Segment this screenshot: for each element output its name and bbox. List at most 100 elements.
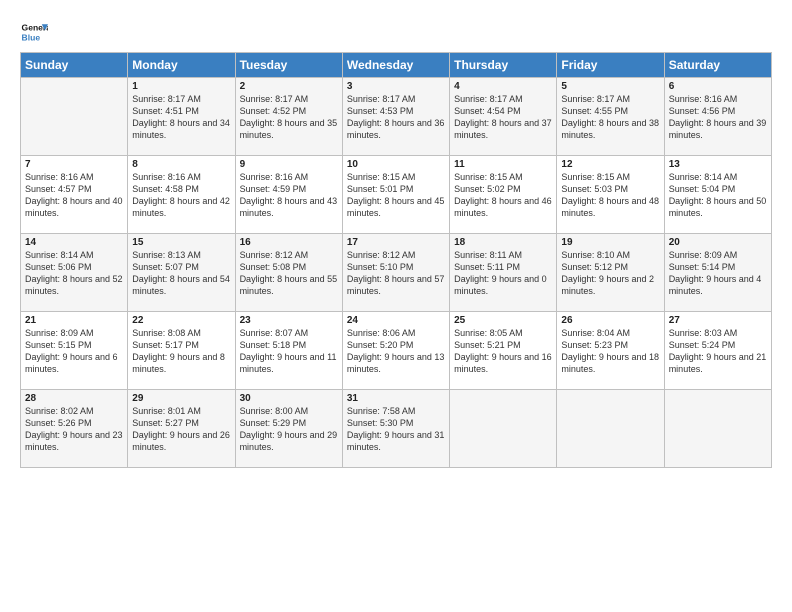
day-info: Sunrise: 8:03 AMSunset: 5:24 PMDaylight:…: [669, 327, 767, 376]
day-info: Sunrise: 8:05 AMSunset: 5:21 PMDaylight:…: [454, 327, 552, 376]
day-info: Sunrise: 8:04 AMSunset: 5:23 PMDaylight:…: [561, 327, 659, 376]
day-cell: 4Sunrise: 8:17 AMSunset: 4:54 PMDaylight…: [450, 78, 557, 156]
day-cell: 23Sunrise: 8:07 AMSunset: 5:18 PMDayligh…: [235, 312, 342, 390]
day-number: 9: [240, 159, 338, 170]
day-info: Sunrise: 8:17 AMSunset: 4:51 PMDaylight:…: [132, 93, 230, 142]
day-info: Sunrise: 8:14 AMSunset: 5:06 PMDaylight:…: [25, 249, 123, 298]
column-header-sunday: Sunday: [21, 53, 128, 78]
week-row-4: 21Sunrise: 8:09 AMSunset: 5:15 PMDayligh…: [21, 312, 772, 390]
day-info: Sunrise: 8:17 AMSunset: 4:55 PMDaylight:…: [561, 93, 659, 142]
day-number: 18: [454, 237, 552, 248]
day-cell: 1Sunrise: 8:17 AMSunset: 4:51 PMDaylight…: [128, 78, 235, 156]
day-info: Sunrise: 8:15 AMSunset: 5:02 PMDaylight:…: [454, 171, 552, 220]
day-info: Sunrise: 8:17 AMSunset: 4:52 PMDaylight:…: [240, 93, 338, 142]
day-cell: 11Sunrise: 8:15 AMSunset: 5:02 PMDayligh…: [450, 156, 557, 234]
day-cell: 5Sunrise: 8:17 AMSunset: 4:55 PMDaylight…: [557, 78, 664, 156]
day-info: Sunrise: 8:06 AMSunset: 5:20 PMDaylight:…: [347, 327, 445, 376]
day-cell: 28Sunrise: 8:02 AMSunset: 5:26 PMDayligh…: [21, 390, 128, 468]
day-number: 1: [132, 81, 230, 92]
calendar-table: SundayMondayTuesdayWednesdayThursdayFrid…: [20, 52, 772, 468]
day-cell: 13Sunrise: 8:14 AMSunset: 5:04 PMDayligh…: [664, 156, 771, 234]
day-number: 13: [669, 159, 767, 170]
day-cell: 27Sunrise: 8:03 AMSunset: 5:24 PMDayligh…: [664, 312, 771, 390]
day-info: Sunrise: 8:14 AMSunset: 5:04 PMDaylight:…: [669, 171, 767, 220]
day-cell: 2Sunrise: 8:17 AMSunset: 4:52 PMDaylight…: [235, 78, 342, 156]
day-cell: 6Sunrise: 8:16 AMSunset: 4:56 PMDaylight…: [664, 78, 771, 156]
day-cell: [664, 390, 771, 468]
column-header-friday: Friday: [557, 53, 664, 78]
day-number: 23: [240, 315, 338, 326]
day-number: 22: [132, 315, 230, 326]
day-number: 21: [25, 315, 123, 326]
header: General Blue: [20, 18, 772, 46]
day-cell: 16Sunrise: 8:12 AMSunset: 5:08 PMDayligh…: [235, 234, 342, 312]
day-cell: 22Sunrise: 8:08 AMSunset: 5:17 PMDayligh…: [128, 312, 235, 390]
day-info: Sunrise: 8:13 AMSunset: 5:07 PMDaylight:…: [132, 249, 230, 298]
day-cell: 29Sunrise: 8:01 AMSunset: 5:27 PMDayligh…: [128, 390, 235, 468]
day-info: Sunrise: 8:01 AMSunset: 5:27 PMDaylight:…: [132, 405, 230, 454]
day-info: Sunrise: 8:16 AMSunset: 4:56 PMDaylight:…: [669, 93, 767, 142]
week-row-2: 7Sunrise: 8:16 AMSunset: 4:57 PMDaylight…: [21, 156, 772, 234]
day-info: Sunrise: 8:09 AMSunset: 5:14 PMDaylight:…: [669, 249, 767, 298]
day-number: 28: [25, 393, 123, 404]
day-cell: 14Sunrise: 8:14 AMSunset: 5:06 PMDayligh…: [21, 234, 128, 312]
day-cell: 15Sunrise: 8:13 AMSunset: 5:07 PMDayligh…: [128, 234, 235, 312]
day-cell: 10Sunrise: 8:15 AMSunset: 5:01 PMDayligh…: [342, 156, 449, 234]
svg-text:Blue: Blue: [22, 33, 41, 43]
day-info: Sunrise: 8:09 AMSunset: 5:15 PMDaylight:…: [25, 327, 123, 376]
day-cell: [557, 390, 664, 468]
column-header-thursday: Thursday: [450, 53, 557, 78]
page-container: General Blue SundayMondayTuesdayWednesda…: [0, 0, 792, 478]
day-number: 16: [240, 237, 338, 248]
week-row-1: 1Sunrise: 8:17 AMSunset: 4:51 PMDaylight…: [21, 78, 772, 156]
day-number: 19: [561, 237, 659, 248]
day-number: 8: [132, 159, 230, 170]
day-number: 3: [347, 81, 445, 92]
day-number: 5: [561, 81, 659, 92]
day-number: 20: [669, 237, 767, 248]
day-info: Sunrise: 8:10 AMSunset: 5:12 PMDaylight:…: [561, 249, 659, 298]
day-cell: 31Sunrise: 7:58 AMSunset: 5:30 PMDayligh…: [342, 390, 449, 468]
day-info: Sunrise: 8:07 AMSunset: 5:18 PMDaylight:…: [240, 327, 338, 376]
day-info: Sunrise: 8:12 AMSunset: 5:08 PMDaylight:…: [240, 249, 338, 298]
day-number: 17: [347, 237, 445, 248]
day-info: Sunrise: 8:15 AMSunset: 5:03 PMDaylight:…: [561, 171, 659, 220]
day-cell: 24Sunrise: 8:06 AMSunset: 5:20 PMDayligh…: [342, 312, 449, 390]
day-cell: [21, 78, 128, 156]
day-info: Sunrise: 8:11 AMSunset: 5:11 PMDaylight:…: [454, 249, 552, 298]
day-info: Sunrise: 8:16 AMSunset: 4:59 PMDaylight:…: [240, 171, 338, 220]
day-number: 14: [25, 237, 123, 248]
column-header-wednesday: Wednesday: [342, 53, 449, 78]
day-info: Sunrise: 8:08 AMSunset: 5:17 PMDaylight:…: [132, 327, 230, 376]
day-number: 30: [240, 393, 338, 404]
day-info: Sunrise: 8:16 AMSunset: 4:58 PMDaylight:…: [132, 171, 230, 220]
day-number: 15: [132, 237, 230, 248]
day-cell: 26Sunrise: 8:04 AMSunset: 5:23 PMDayligh…: [557, 312, 664, 390]
day-cell: 3Sunrise: 8:17 AMSunset: 4:53 PMDaylight…: [342, 78, 449, 156]
day-info: Sunrise: 8:16 AMSunset: 4:57 PMDaylight:…: [25, 171, 123, 220]
day-info: Sunrise: 8:12 AMSunset: 5:10 PMDaylight:…: [347, 249, 445, 298]
day-number: 25: [454, 315, 552, 326]
day-number: 7: [25, 159, 123, 170]
day-number: 31: [347, 393, 445, 404]
column-header-tuesday: Tuesday: [235, 53, 342, 78]
day-info: Sunrise: 8:02 AMSunset: 5:26 PMDaylight:…: [25, 405, 123, 454]
logo: General Blue: [20, 18, 48, 46]
day-info: Sunrise: 8:00 AMSunset: 5:29 PMDaylight:…: [240, 405, 338, 454]
day-cell: [450, 390, 557, 468]
day-number: 4: [454, 81, 552, 92]
day-cell: 17Sunrise: 8:12 AMSunset: 5:10 PMDayligh…: [342, 234, 449, 312]
day-info: Sunrise: 7:58 AMSunset: 5:30 PMDaylight:…: [347, 405, 445, 454]
day-cell: 21Sunrise: 8:09 AMSunset: 5:15 PMDayligh…: [21, 312, 128, 390]
day-cell: 18Sunrise: 8:11 AMSunset: 5:11 PMDayligh…: [450, 234, 557, 312]
day-cell: 30Sunrise: 8:00 AMSunset: 5:29 PMDayligh…: [235, 390, 342, 468]
day-cell: 19Sunrise: 8:10 AMSunset: 5:12 PMDayligh…: [557, 234, 664, 312]
day-cell: 12Sunrise: 8:15 AMSunset: 5:03 PMDayligh…: [557, 156, 664, 234]
day-cell: 25Sunrise: 8:05 AMSunset: 5:21 PMDayligh…: [450, 312, 557, 390]
day-number: 6: [669, 81, 767, 92]
day-cell: 7Sunrise: 8:16 AMSunset: 4:57 PMDaylight…: [21, 156, 128, 234]
column-header-monday: Monday: [128, 53, 235, 78]
day-number: 27: [669, 315, 767, 326]
day-number: 24: [347, 315, 445, 326]
day-number: 26: [561, 315, 659, 326]
